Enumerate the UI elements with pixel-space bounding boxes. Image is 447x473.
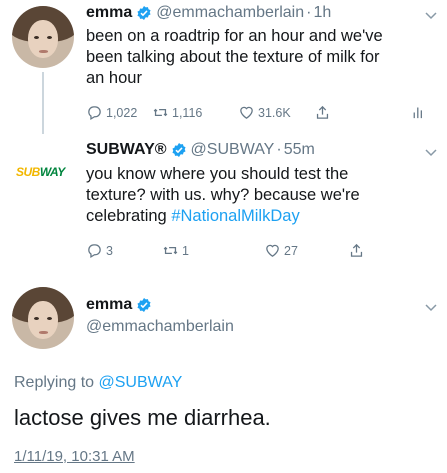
mention-link[interactable]: @SUBWAY: [99, 374, 183, 391]
reply-count: 1,022: [106, 105, 138, 120]
avatar-emma[interactable]: [12, 287, 74, 349]
reply-count: 3: [106, 243, 113, 258]
like-button[interactable]: 31.6K: [238, 104, 320, 121]
tweet-text-line: celebrating #NationalMilkDay: [86, 207, 300, 225]
tweet1-actions: 1,022 1,116 31.6K: [86, 104, 436, 121]
user-handle[interactable]: @SUBWAY: [191, 141, 275, 159]
retweet-count: 1,116: [172, 105, 203, 120]
like-button[interactable]: 27: [264, 242, 346, 259]
tweet-timestamp[interactable]: 1/11/19, 10:31 AM: [14, 448, 135, 465]
analytics-icon: [413, 107, 422, 119]
tweet-text-line: texture? with us. why? because we're: [86, 186, 360, 204]
retweet-icon: [153, 108, 168, 117]
chevron-down-icon[interactable]: [424, 8, 438, 22]
reply-button[interactable]: 1,022: [86, 104, 150, 121]
tweet3-header: emma: [86, 296, 156, 314]
display-name[interactable]: emma: [86, 4, 132, 22]
reply-button[interactable]: 3: [86, 242, 162, 259]
share-icon: [316, 105, 329, 119]
like-count: 31.6K: [258, 105, 291, 120]
tweet3-handle-row: @emmachamberlain: [86, 318, 234, 336]
separator-dot: ·: [306, 4, 312, 21]
share-button[interactable]: [348, 242, 368, 259]
separator-dot: ·: [276, 141, 282, 158]
tweet-time[interactable]: 1h: [313, 4, 331, 22]
tweet1-header: emma @emmachamberlain · 1h: [86, 4, 331, 22]
reply-icon: [88, 244, 101, 259]
avatar-emma[interactable]: [12, 6, 74, 68]
verified-badge-icon: [137, 298, 151, 312]
analytics-button[interactable]: [410, 104, 430, 121]
heart-icon: [266, 244, 279, 257]
retweet-icon: [163, 246, 178, 255]
share-button[interactable]: [314, 104, 334, 121]
tweet-main-text: lactose gives me diarrhea.: [14, 405, 271, 430]
verified-badge-icon: [172, 143, 186, 157]
like-count: 27: [284, 243, 298, 258]
verified-badge-icon: [137, 6, 151, 20]
chevron-down-icon[interactable]: [424, 300, 438, 314]
hashtag-link[interactable]: #NationalMilkDay: [171, 207, 299, 225]
retweet-button[interactable]: 1: [162, 242, 264, 259]
display-name[interactable]: emma: [86, 296, 132, 314]
reply-icon: [88, 106, 101, 121]
replying-to: Replying to @SUBWAY: [14, 374, 183, 391]
display-name[interactable]: SUBWAY®: [86, 141, 167, 159]
user-handle[interactable]: @emmachamberlain: [156, 4, 304, 22]
retweet-button[interactable]: 1,116: [152, 104, 228, 121]
retweet-count: 1: [182, 243, 189, 258]
chevron-down-icon[interactable]: [424, 145, 438, 159]
tweet-text: been on a roadtrip for an hour and we've…: [86, 26, 383, 89]
user-handle[interactable]: @emmachamberlain: [86, 318, 234, 336]
tweet2-actions: 3 1 27: [86, 242, 426, 259]
tweet-text-line: been talking about the texture of milk f…: [86, 48, 380, 66]
subway-logo[interactable]: SUBWAY: [16, 165, 65, 179]
tweet-text-line: been on a roadtrip for an hour and we've: [86, 27, 383, 45]
tweet-text-line: you know where you should test the: [86, 165, 349, 183]
share-icon: [350, 243, 363, 257]
tweet-text-line: an hour: [86, 69, 142, 87]
tweet-text: you know where you should test the textu…: [86, 164, 360, 227]
thread-line: [42, 72, 44, 134]
tweet2-header: SUBWAY® @SUBWAY · 55m: [86, 141, 315, 159]
tweet-time[interactable]: 55m: [284, 141, 315, 159]
heart-icon: [240, 106, 253, 119]
